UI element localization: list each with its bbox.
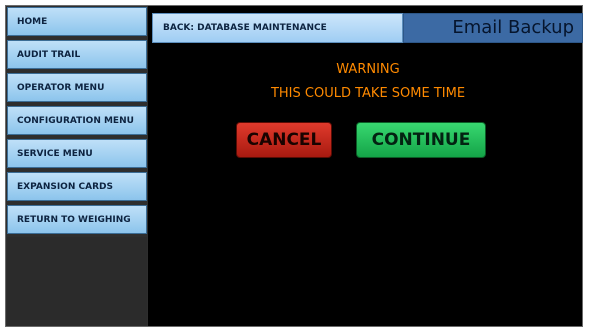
sidebar-item-operator-menu[interactable]: OPERATOR MENU (7, 73, 147, 102)
warning-message: THIS COULD TAKE SOME TIME (270, 86, 466, 101)
sidebar-item-home[interactable]: HOME (7, 7, 147, 36)
sidebar-item-expansion-cards[interactable]: EXPANSION CARDS (7, 172, 147, 201)
sidebar-item-configuration-menu[interactable]: CONFIGURATION MENU (7, 106, 147, 135)
app-window: HOME AUDIT TRAIL OPERATOR MENU CONFIGURA… (5, 5, 583, 327)
sidebar-item-audit-trail[interactable]: AUDIT TRAIL (7, 40, 147, 69)
warning-heading: WARNING (336, 62, 400, 77)
back-button[interactable]: BACK: DATABASE MAINTENANCE (152, 13, 403, 43)
sidebar-item-service-menu[interactable]: SERVICE MENU (7, 139, 147, 168)
page-title: Email Backup (403, 13, 583, 43)
sidebar-item-return-to-weighing[interactable]: RETURN TO WEIGHING (7, 205, 147, 234)
sidebar: HOME AUDIT TRAIL OPERATOR MENU CONFIGURA… (6, 6, 148, 326)
sidebar-empty-area (7, 237, 147, 326)
cancel-button[interactable]: CANCEL (236, 122, 332, 158)
continue-button[interactable]: CONTINUE (356, 122, 486, 158)
